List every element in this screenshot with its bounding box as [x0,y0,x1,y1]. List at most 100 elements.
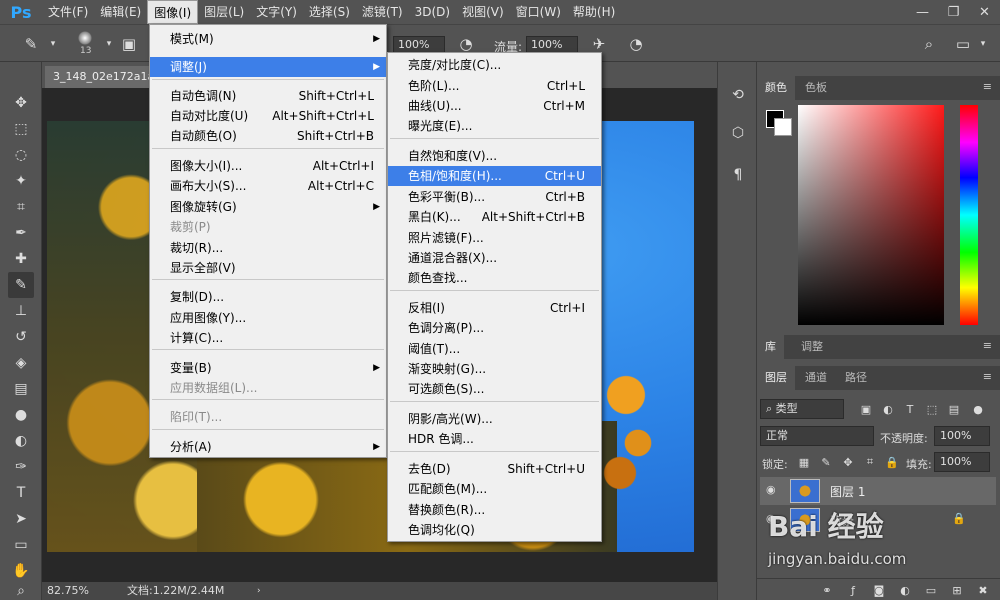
adjustment-menu-item[interactable]: 颜色查找... [388,268,601,288]
quick-selection-tool-icon[interactable]: ✦ [8,168,34,194]
history-brush-tool-icon[interactable]: ↺ [8,324,34,350]
color-field[interactable] [798,105,944,325]
brush-panel-icon[interactable]: ▣ [118,33,140,55]
adjustment-menu-item[interactable]: 照片滤镜(F)... [388,228,601,248]
filter-smart-object-icon[interactable]: ▤ [946,401,962,417]
image-menu-item[interactable]: 图像旋转(G) ▶ [150,197,386,217]
workspace-icon[interactable]: ▭ [952,33,974,55]
filter-type-icon[interactable]: T [902,401,918,417]
search-icon[interactable]: ⌕ [918,33,940,55]
hue-slider[interactable] [960,105,978,325]
adjustment-menu-item[interactable]: 替换颜色(R)... [388,500,601,520]
pressure-size-icon[interactable]: ◔ [625,33,647,55]
layer-opacity-field[interactable]: 100% [934,426,990,446]
menu-item[interactable]: 文件(F) [42,0,94,24]
adjustment-menu-item[interactable]: 阈值(T)... [388,339,601,359]
panel-menu-icon[interactable]: ≡ [983,370,992,383]
brush-tool-icon[interactable]: ✎ [8,272,34,298]
menu-item[interactable]: 选择(S) [303,0,356,24]
gradient-tool-icon[interactable]: ▤ [8,376,34,402]
adjustment-menu-item[interactable]: 去色(D) Shift+Ctrl+U [388,459,601,479]
rectangle-tool-icon[interactable]: ▭ [8,532,34,558]
filter-pixel-icon[interactable]: ▣ [858,401,874,417]
menu-item[interactable]: 编辑(E) [94,0,147,24]
image-menu-item[interactable]: 计算(C)... [150,328,386,348]
menu-item[interactable]: 3D(D) [409,0,456,24]
adjustment-menu-item[interactable]: 色调均化(Q) [388,520,601,540]
adjustment-menu-item[interactable]: 色调分离(P)... [388,318,601,338]
menu-item[interactable]: 视图(V) [456,0,510,24]
lock-position-icon[interactable]: ✥ [840,454,856,470]
filter-toggle-icon[interactable]: ● [970,401,986,417]
lock-all-icon[interactable]: 🔒 [884,454,900,470]
panel-menu-icon[interactable]: ≡ [983,339,992,352]
pen-tool-icon[interactable]: ✑ [8,454,34,480]
adjustment-menu-item[interactable]: 色阶(L)... Ctrl+L [388,76,601,96]
tab-paths[interactable]: 路径 [837,366,875,390]
adjustment-menu-item[interactable]: 色彩平衡(B)... Ctrl+B [388,187,601,207]
lock-transparency-icon[interactable]: ▦ [796,454,812,470]
paragraph-panel-icon[interactable]: ¶ [727,164,749,186]
chevron-right-icon[interactable]: › [257,582,261,600]
adjustment-menu-item[interactable]: 黑白(K)... Alt+Shift+Ctrl+B [388,207,601,227]
path-selection-tool-icon[interactable]: ➤ [8,506,34,532]
image-menu-item[interactable]: 调整(J) ▶ [150,57,386,77]
image-menu-item[interactable]: 自动颜色(O) Shift+Ctrl+B [150,126,386,146]
tab-layers[interactable]: 图层 [757,366,795,390]
move-tool-icon[interactable]: ✥ [8,90,34,116]
adjustment-menu-item[interactable]: 渐变映射(G)... [388,359,601,379]
layer-style-icon[interactable]: ƒ [845,582,861,598]
lasso-tool-icon[interactable]: ◌ [8,142,34,168]
adjustment-menu-item[interactable]: 匹配颜色(M)... [388,479,601,499]
adjustment-menu-item[interactable]: 通道混合器(X)... [388,248,601,268]
clone-stamp-tool-icon[interactable]: ⊥ [8,298,34,324]
adjustment-menu-item[interactable]: 曲线(U)... Ctrl+M [388,96,601,116]
history-panel-icon[interactable]: ⟲ [727,84,749,106]
image-menu-item[interactable]: 自动对比度(U) Alt+Shift+Ctrl+L [150,106,386,126]
adjustment-menu-item[interactable]: 阴影/高光(W)... [388,409,601,429]
fill-field[interactable]: 100% [934,452,990,472]
adjustment-layer-icon[interactable]: ◐ [897,582,913,598]
image-menu-item[interactable]: 复制(D)... [150,287,386,307]
image-menu-item[interactable]: 画布大小(S)... Alt+Ctrl+C [150,176,386,196]
tab-adjustments[interactable]: 调整 [793,335,831,359]
menu-item[interactable]: 帮助(H) [567,0,621,24]
adjustment-menu-item[interactable]: 可选颜色(S)... [388,379,601,399]
image-menu-item[interactable]: 显示全部(V) [150,258,386,278]
blend-mode-select[interactable]: 正常 [760,426,874,446]
document-tab[interactable]: 3_148_02e172a1a [45,66,155,88]
tab-libraries[interactable]: 库 [757,335,784,359]
panel-menu-icon[interactable]: ≡ [983,80,992,93]
brush-tool-icon[interactable]: ✎ [20,33,42,55]
blur-tool-icon[interactable]: ● [8,402,34,428]
type-tool-icon[interactable]: T [8,480,34,506]
eyedropper-tool-icon[interactable]: ✒ [8,220,34,246]
eye-icon[interactable]: ◉ [766,483,776,496]
tab-channels[interactable]: 通道 [797,366,835,390]
filter-shape-icon[interactable]: ⬚ [924,401,940,417]
tab-swatches[interactable]: 色板 [797,76,835,100]
3d-panel-icon[interactable]: ⬡ [727,122,749,144]
crop-tool-icon[interactable]: ⌗ [8,194,34,220]
adjustment-menu-item[interactable]: 自然饱和度(V)... [388,146,601,166]
dodge-tool-icon[interactable]: ◐ [8,428,34,454]
lock-pixels-icon[interactable]: ✎ [818,454,834,470]
image-menu-item[interactable]: 变量(B) ▶ [150,358,386,378]
menu-item[interactable]: 滤镜(T) [356,0,409,24]
chevron-down-icon[interactable]: ▾ [42,33,64,55]
chevron-down-icon[interactable]: ▾ [98,33,120,55]
image-menu-item[interactable]: 自动色调(N) Shift+Ctrl+L [150,86,386,106]
trash-icon[interactable]: ✖ [975,582,991,598]
add-mask-icon[interactable]: ◙ [871,582,887,598]
image-menu-item[interactable]: 裁切(R)... [150,238,386,258]
adjustment-menu-item[interactable]: 亮度/对比度(C)... [388,55,601,75]
chevron-down-icon[interactable]: ▾ [972,33,994,55]
adjustment-menu-item[interactable]: 色相/饱和度(H)... Ctrl+U [388,166,601,186]
menu-item[interactable]: 窗口(W) [510,0,567,24]
close-button[interactable]: ✕ [969,0,1000,24]
menu-item[interactable]: 图层(L) [198,0,250,24]
new-group-icon[interactable]: ▭ [923,582,939,598]
adjustment-menu-item[interactable]: 曝光度(E)... [388,116,601,136]
filter-adjustment-icon[interactable]: ◐ [880,401,896,417]
restore-button[interactable]: ❐ [938,0,969,24]
